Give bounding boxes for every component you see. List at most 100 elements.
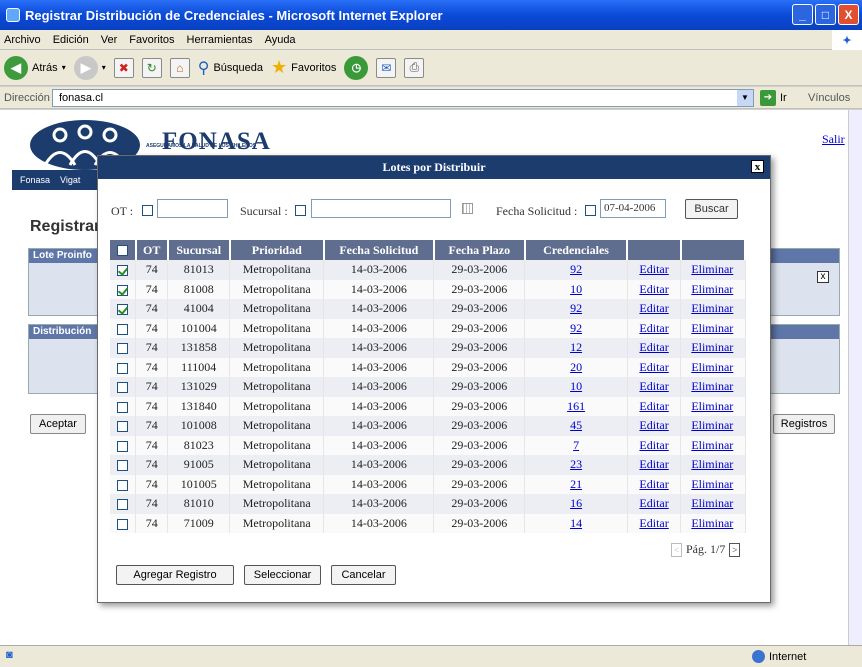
search-button[interactable]: ⚲ Búsqueda bbox=[198, 58, 263, 78]
links-label[interactable]: Vínculos bbox=[808, 92, 850, 104]
go-button[interactable]: ➔ Ir bbox=[760, 90, 787, 106]
address-input[interactable]: fonasa.cl ▼ bbox=[52, 89, 754, 107]
menu-ver[interactable]: Ver bbox=[101, 34, 118, 46]
editar-link[interactable]: Editar bbox=[627, 338, 682, 358]
column-header[interactable]: OT bbox=[135, 240, 169, 260]
favorites-button[interactable]: ★ Favoritos bbox=[271, 57, 336, 78]
sucursal-checkbox[interactable] bbox=[295, 205, 306, 216]
credenciales-link[interactable]: 20 bbox=[524, 357, 628, 377]
editar-link[interactable]: Editar bbox=[627, 396, 682, 416]
maximize-button[interactable]: □ bbox=[815, 4, 836, 25]
back-dropdown-icon[interactable]: ▾ bbox=[62, 63, 66, 72]
eliminar-link[interactable]: Eliminar bbox=[680, 279, 746, 299]
eliminar-link[interactable]: Eliminar bbox=[680, 455, 746, 475]
ot-checkbox[interactable] bbox=[142, 205, 153, 216]
eliminar-link[interactable]: Eliminar bbox=[680, 318, 746, 338]
row-checkbox[interactable] bbox=[117, 304, 129, 315]
credenciales-link[interactable]: 92 bbox=[524, 299, 628, 319]
nav-item-fonasa[interactable]: Fonasa bbox=[20, 175, 50, 185]
credenciales-link[interactable]: 12 bbox=[524, 338, 628, 358]
select-all-checkbox[interactable] bbox=[116, 245, 128, 257]
editar-link[interactable]: Editar bbox=[627, 377, 682, 397]
forward-button[interactable]: ▶ ▾ bbox=[73, 55, 106, 80]
row-checkbox[interactable] bbox=[117, 343, 129, 354]
editar-link[interactable]: Editar bbox=[627, 474, 682, 494]
row-checkbox[interactable] bbox=[117, 421, 129, 432]
row-checkbox[interactable] bbox=[117, 284, 129, 296]
prev-page-icon[interactable]: < bbox=[671, 542, 682, 557]
editar-link[interactable]: Editar bbox=[627, 494, 682, 514]
credenciales-link[interactable]: 10 bbox=[524, 279, 628, 299]
editar-link[interactable]: Editar bbox=[627, 435, 682, 455]
eliminar-link[interactable]: Eliminar bbox=[680, 299, 746, 319]
salir-link[interactable]: Salir bbox=[822, 132, 845, 147]
fecha-input[interactable]: 07-04-2006 bbox=[600, 199, 666, 218]
history-icon[interactable]: ◷ bbox=[344, 55, 369, 80]
credenciales-link[interactable]: 92 bbox=[524, 318, 628, 338]
nav-item-vigat[interactable]: Vigat bbox=[60, 175, 80, 185]
fecha-checkbox[interactable] bbox=[585, 205, 596, 216]
print-icon[interactable]: ⎙ bbox=[404, 57, 425, 78]
credenciales-link[interactable]: 10 bbox=[524, 377, 628, 397]
back-button[interactable]: ◀ Atrás ▾ bbox=[4, 55, 66, 80]
seleccionar-button[interactable]: Seleccionar bbox=[244, 565, 321, 585]
remove-icon[interactable]: x bbox=[817, 271, 829, 283]
eliminar-link[interactable]: Eliminar bbox=[680, 474, 746, 494]
eliminar-link[interactable]: Eliminar bbox=[680, 260, 746, 280]
menu-edicion[interactable]: Edición bbox=[53, 34, 89, 46]
refresh-icon[interactable]: ↻ bbox=[141, 57, 162, 78]
row-checkbox[interactable] bbox=[117, 518, 129, 530]
sucursal-input[interactable] bbox=[311, 199, 451, 218]
row-checkbox[interactable] bbox=[117, 323, 129, 335]
row-checkbox[interactable] bbox=[117, 479, 129, 491]
column-header[interactable]: Credenciales bbox=[524, 240, 629, 260]
menu-ayuda[interactable]: Ayuda bbox=[265, 34, 296, 46]
stop-icon[interactable]: ✖ bbox=[113, 57, 134, 78]
buscar-button[interactable]: Buscar bbox=[685, 199, 738, 219]
eliminar-link[interactable]: Eliminar bbox=[680, 494, 746, 514]
editar-link[interactable]: Editar bbox=[627, 357, 682, 377]
row-checkbox[interactable] bbox=[117, 401, 129, 413]
close-window-button[interactable]: X bbox=[838, 4, 859, 25]
vertical-scrollbar[interactable] bbox=[848, 110, 862, 645]
forward-dropdown-icon[interactable]: ▾ bbox=[102, 63, 106, 72]
eliminar-link[interactable]: Eliminar bbox=[680, 338, 746, 358]
editar-link[interactable]: Editar bbox=[627, 279, 682, 299]
eliminar-link[interactable]: Eliminar bbox=[680, 377, 746, 397]
row-checkbox[interactable] bbox=[117, 265, 129, 276]
credenciales-link[interactable]: 16 bbox=[524, 494, 628, 514]
row-checkbox[interactable] bbox=[117, 382, 129, 393]
agregar-registro-button[interactable]: Agregar Registro bbox=[116, 565, 234, 585]
credenciales-link[interactable]: 7 bbox=[524, 435, 628, 455]
next-page-icon[interactable]: > bbox=[729, 542, 741, 557]
row-checkbox[interactable] bbox=[117, 440, 129, 452]
row-checkbox[interactable] bbox=[117, 362, 129, 374]
column-header[interactable]: Fecha Solicitud bbox=[323, 240, 435, 260]
credenciales-link[interactable]: 161 bbox=[524, 396, 628, 416]
minimize-button[interactable]: _ bbox=[792, 4, 813, 25]
registros-button[interactable]: Registros bbox=[773, 414, 835, 434]
editar-link[interactable]: Editar bbox=[627, 513, 682, 533]
editar-link[interactable]: Editar bbox=[627, 318, 682, 338]
sucursal-picker-icon[interactable] bbox=[462, 203, 473, 214]
ot-input[interactable] bbox=[157, 199, 228, 218]
mail-icon[interactable]: ✉ bbox=[376, 57, 397, 78]
credenciales-link[interactable]: 45 bbox=[524, 416, 628, 436]
menu-archivo[interactable]: Archivo bbox=[4, 34, 41, 46]
menu-favoritos[interactable]: Favoritos bbox=[129, 34, 174, 46]
menu-herramientas[interactable]: Herramientas bbox=[187, 34, 253, 46]
eliminar-link[interactable]: Eliminar bbox=[680, 396, 746, 416]
credenciales-link[interactable]: 92 bbox=[524, 260, 628, 280]
eliminar-link[interactable]: Eliminar bbox=[680, 435, 746, 455]
editar-link[interactable]: Editar bbox=[627, 299, 682, 319]
aceptar-button[interactable]: Aceptar bbox=[30, 414, 86, 434]
column-header[interactable]: Prioridad bbox=[229, 240, 325, 260]
eliminar-link[interactable]: Eliminar bbox=[680, 357, 746, 377]
column-header[interactable]: Sucursal bbox=[167, 240, 231, 260]
close-icon[interactable]: x bbox=[751, 160, 764, 173]
editar-link[interactable]: Editar bbox=[627, 260, 682, 280]
credenciales-link[interactable]: 21 bbox=[524, 474, 628, 494]
row-checkbox[interactable] bbox=[117, 499, 129, 510]
home-icon[interactable]: ⌂ bbox=[169, 57, 190, 78]
editar-link[interactable]: Editar bbox=[627, 455, 682, 475]
